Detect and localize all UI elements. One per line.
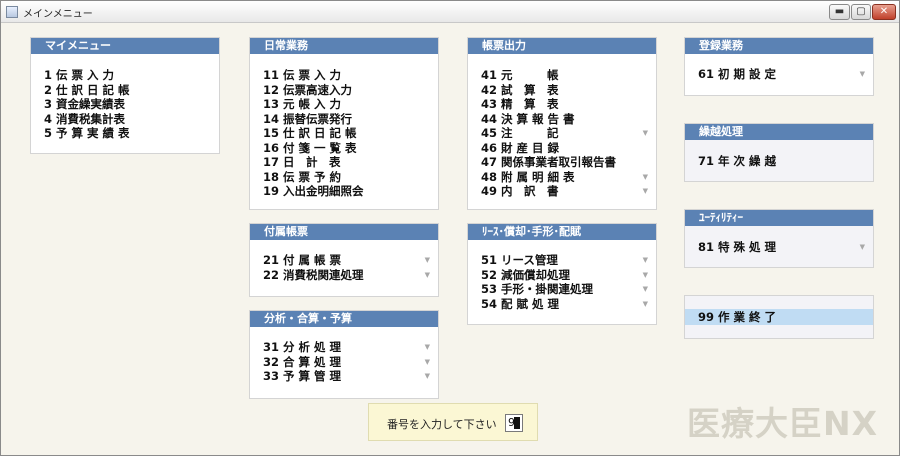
menu-list: 81 特 殊 処 理 ▼	[685, 226, 873, 255]
text-cursor	[514, 417, 520, 429]
menu-item-46[interactable]: 46 財 産 目 録	[468, 141, 656, 156]
menu-item-41[interactable]: 41 元 帳	[468, 68, 656, 83]
menu-item-43[interactable]: 43 精 算 表	[468, 97, 656, 112]
panel-header: 登録業務	[685, 38, 873, 54]
menu-item-18[interactable]: 18 伝 票 予 約	[250, 170, 438, 185]
menu-item-14[interactable]: 14 振替伝票発行	[250, 112, 438, 127]
menu-item-52[interactable]: 52 減価償却処理 ▼	[468, 268, 656, 283]
panel-utility: ﾕｰﾃｨﾘﾃｨｰ 81 特 殊 処 理 ▼	[684, 209, 874, 268]
menu-item-13[interactable]: 13 元 帳 入 力	[250, 97, 438, 112]
menu-item-44[interactable]: 44 決 算 報 告 書	[468, 112, 656, 127]
panel-header: ﾘｰｽ･償却･手形･配賦	[468, 224, 656, 240]
panel-daily-work: 日常業務 11 伝 票 入 力 12 伝票高速入力 13 元 帳 入 力 14 …	[249, 37, 439, 210]
maximize-button[interactable]: ▢	[851, 4, 871, 20]
close-button[interactable]: ✕	[872, 4, 896, 20]
menu-item-2[interactable]: 2 仕 訳 日 記 帳	[31, 83, 219, 98]
panel-lease-depreciation: ﾘｰｽ･償却･手形･配賦 51 リース管理 ▼ 52 減価償却処理 ▼ 53 手形・…	[467, 223, 657, 325]
main-menu-window: メインメニュー ▬ ▢ ✕ マイメニュー 1 伝 票 入 力 2 仕 訳 日 記…	[0, 0, 900, 456]
menu-item-11[interactable]: 11 伝 票 入 力	[250, 68, 438, 83]
panel-carryover: 繰越処理 71 年 次 繰 越	[684, 123, 874, 182]
chevron-down-icon: ▼	[859, 243, 865, 251]
menu-list: 51 リース管理 ▼ 52 減価償却処理 ▼ 53 手形・掛関連処理 ▼ 54 配 賦…	[468, 240, 656, 311]
menu-item-15[interactable]: 15 仕 訳 日 記 帳	[250, 126, 438, 141]
menu-list: 11 伝 票 入 力 12 伝票高速入力 13 元 帳 入 力 14 振替伝票発…	[250, 54, 438, 199]
panel-exit: 99 作 業 終 了	[684, 295, 874, 339]
panel-header: 付属帳票	[250, 224, 438, 240]
panel-my-menu: マイメニュー 1 伝 票 入 力 2 仕 訳 日 記 帳 3 資金繰実績表 4 …	[30, 37, 220, 154]
menu-list: 99 作 業 終 了	[685, 296, 873, 325]
menu-item-5[interactable]: 5 予 算 実 績 表	[31, 126, 219, 141]
menu-item-4[interactable]: 4 消費税集計表	[31, 112, 219, 127]
panel-header: 帳票出力	[468, 38, 656, 54]
menu-item-31[interactable]: 31 分 析 処 理 ▼	[250, 340, 438, 355]
chevron-down-icon: ▼	[642, 285, 648, 293]
menu-item-47[interactable]: 47 関係事業者取引報告書	[468, 155, 656, 170]
menu-list: 41 元 帳 42 試 算 表 43 精 算 表 44 決 算 報 告 書 45…	[468, 54, 656, 199]
chevron-down-icon: ▼	[424, 256, 430, 264]
chevron-down-icon: ▼	[642, 256, 648, 264]
menu-item-33[interactable]: 33 予 算 管 理 ▼	[250, 369, 438, 384]
number-entry-input[interactable]: 9	[505, 414, 523, 432]
menu-item-49[interactable]: 49 内 訳 書 ▼	[468, 184, 656, 199]
menu-list: 61 初 期 設 定 ▼	[685, 54, 873, 82]
title-bar[interactable]: メインメニュー ▬ ▢ ✕	[1, 1, 899, 23]
panel-header: 日常業務	[250, 38, 438, 54]
chevron-down-icon: ▼	[859, 70, 865, 78]
menu-list: 31 分 析 処 理 ▼ 32 合 算 処 理 ▼ 33 予 算 管 理 ▼	[250, 327, 438, 384]
chevron-down-icon: ▼	[424, 357, 430, 366]
window-title: メインメニュー	[23, 9, 93, 20]
number-entry-box: 番号を入力して下さい 9	[368, 403, 538, 441]
menu-item-51[interactable]: 51 リース管理 ▼	[468, 253, 656, 268]
menu-item-48[interactable]: 48 附 属 明 細 表 ▼	[468, 170, 656, 185]
chevron-down-icon: ▼	[642, 172, 648, 181]
menu-item-99[interactable]: 99 作 業 終 了	[685, 309, 873, 325]
menu-list: 71 年 次 繰 越	[685, 140, 873, 169]
menu-item-19[interactable]: 19 入出金明細照会	[250, 184, 438, 199]
menu-item-81[interactable]: 81 特 殊 処 理 ▼	[685, 240, 873, 255]
app-icon	[6, 6, 18, 18]
menu-item-71[interactable]: 71 年 次 繰 越	[685, 154, 873, 169]
menu-list: 1 伝 票 入 力 2 仕 訳 日 記 帳 3 資金繰実績表 4 消費税集計表 …	[31, 54, 219, 141]
menu-item-32[interactable]: 32 合 算 処 理 ▼	[250, 355, 438, 370]
menu-item-21[interactable]: 21 付 属 帳 票 ▼	[250, 253, 438, 268]
minimize-button[interactable]: ▬	[829, 4, 850, 20]
chevron-down-icon: ▼	[424, 270, 430, 279]
menu-item-17[interactable]: 17 日 計 表	[250, 155, 438, 170]
panel-header: 分析・合算・予算	[250, 311, 438, 327]
chevron-down-icon: ▼	[424, 343, 430, 351]
panel-header: 繰越処理	[685, 124, 873, 140]
chevron-down-icon: ▼	[642, 187, 648, 195]
menu-item-12[interactable]: 12 伝票高速入力	[250, 83, 438, 98]
chevron-down-icon: ▼	[642, 129, 648, 137]
menu-item-1[interactable]: 1 伝 票 入 力	[31, 68, 219, 83]
menu-item-16[interactable]: 16 付 箋 一 覧 表	[250, 141, 438, 156]
menu-list: 21 付 属 帳 票 ▼ 22 消費税関連処理 ▼	[250, 240, 438, 282]
number-entry-label: 番号を入力して下さい	[387, 418, 497, 431]
panel-registration: 登録業務 61 初 期 設 定 ▼	[684, 37, 874, 96]
panel-header: マイメニュー	[31, 38, 219, 54]
menu-item-53[interactable]: 53 手形・掛関連処理 ▼	[468, 282, 656, 297]
panel-attached-reports: 付属帳票 21 付 属 帳 票 ▼ 22 消費税関連処理 ▼	[249, 223, 439, 297]
menu-item-54[interactable]: 54 配 賦 処 理 ▼	[468, 297, 656, 312]
product-logo: 医療大臣NX	[687, 404, 879, 443]
menu-item-61[interactable]: 61 初 期 設 定 ▼	[685, 67, 873, 82]
chevron-down-icon: ▼	[642, 299, 648, 308]
menu-item-3[interactable]: 3 資金繰実績表	[31, 97, 219, 112]
panel-report-output: 帳票出力 41 元 帳 42 試 算 表 43 精 算 表 44 決 算 報 告…	[467, 37, 657, 210]
panel-header: ﾕｰﾃｨﾘﾃｨｰ	[685, 210, 873, 226]
chevron-down-icon: ▼	[642, 270, 648, 279]
chevron-down-icon: ▼	[424, 372, 430, 380]
menu-item-22[interactable]: 22 消費税関連処理 ▼	[250, 268, 438, 283]
panel-analysis: 分析・合算・予算 31 分 析 処 理 ▼ 32 合 算 処 理 ▼ 33 予 算 …	[249, 310, 439, 399]
menu-item-42[interactable]: 42 試 算 表	[468, 83, 656, 98]
menu-item-45[interactable]: 45 注 記 ▼	[468, 126, 656, 141]
